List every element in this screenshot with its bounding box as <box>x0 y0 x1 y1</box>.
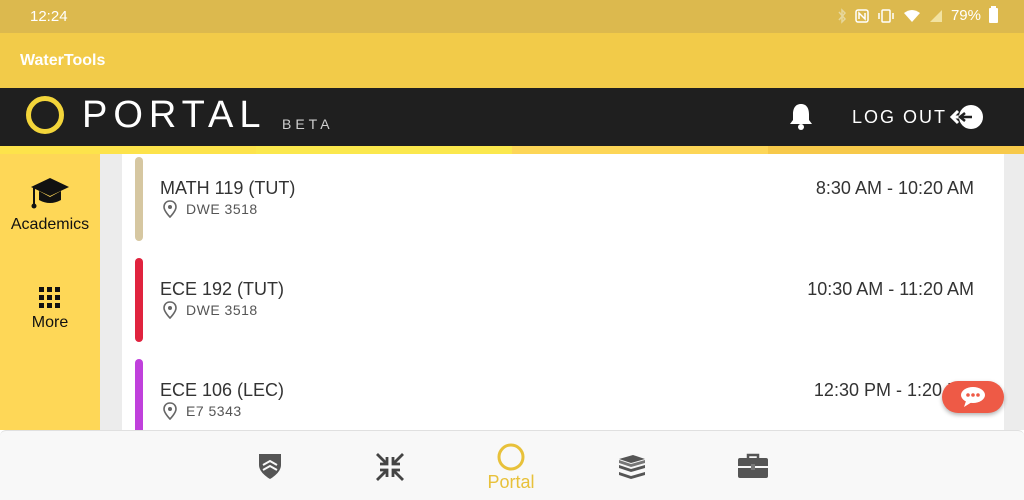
status-time: 12:24 <box>30 8 68 25</box>
nav-item-shield[interactable] <box>235 431 305 500</box>
schedule-item[interactable]: ECE 192 (TUT) DWE 3518 10:30 AM - 11:20 … <box>122 255 1004 347</box>
chat-bubble-icon <box>961 387 985 407</box>
nav-item-label: Portal <box>487 472 535 492</box>
course-color-bar <box>135 359 143 430</box>
sidebar: Academics More <box>0 154 100 430</box>
status-bar: 12:24 79% <box>0 0 1024 33</box>
location-pin-icon <box>163 402 177 420</box>
sidebar-item-label: Academics <box>10 216 90 233</box>
wifi-icon <box>903 9 920 22</box>
header-stripes <box>0 146 1024 154</box>
battery-icon <box>989 6 998 23</box>
schedule-item[interactable]: ECE 106 (LEC) E7 5343 12:30 PM - 1:20 PM <box>122 356 1004 430</box>
course-location: DWE 3518 <box>186 201 258 217</box>
stripe <box>256 146 512 154</box>
nav-item-briefcase[interactable] <box>718 431 788 500</box>
chat-button[interactable] <box>942 381 1004 413</box>
logout-icon[interactable] <box>950 104 984 130</box>
schedule-item[interactable]: MATH 119 (TUT) DWE 3518 8:30 AM - 10:20 … <box>122 154 1004 246</box>
course-name: ECE 192 (TUT) <box>160 279 285 299</box>
briefcase-icon <box>738 453 768 478</box>
nav-item-portal[interactable]: Portal <box>476 431 546 500</box>
battery-percent: 79% <box>950 7 981 24</box>
stripe <box>768 146 1024 154</box>
books-icon <box>619 455 645 479</box>
vibrate-icon <box>878 8 894 23</box>
course-time: 10:30 AM - 11:20 AM <box>807 279 974 299</box>
location-pin-icon <box>163 301 177 319</box>
nav-item-collapse[interactable] <box>355 431 425 500</box>
status-icons: 79% <box>837 6 998 24</box>
portal-header: PORTAL BETA LOG OUT <box>0 88 1024 146</box>
stripe <box>0 146 256 154</box>
stripe <box>512 146 768 154</box>
portal-logo-icon <box>26 96 64 134</box>
bottom-nav: Portal <box>0 430 1024 500</box>
course-name: MATH 119 (TUT) <box>160 178 296 198</box>
shield-icon <box>259 454 281 479</box>
app-bar: WaterTools <box>0 33 1024 88</box>
schedule-list: MATH 119 (TUT) DWE 3518 8:30 AM - 10:20 … <box>122 154 1004 430</box>
course-time: 8:30 AM - 10:20 AM <box>815 178 974 198</box>
bell-icon[interactable] <box>788 102 814 130</box>
sidebar-item-more[interactable]: More <box>0 286 100 332</box>
grid-icon <box>39 287 60 308</box>
graduation-cap-icon <box>31 178 69 209</box>
signal-icon <box>929 9 942 22</box>
portal-logo-text: PORTAL <box>82 94 267 136</box>
collapse-arrows-icon <box>376 453 404 481</box>
portal-ring-icon <box>497 443 525 471</box>
bluetooth-icon <box>838 7 846 24</box>
app-title: WaterTools <box>20 52 106 69</box>
logout-button[interactable]: LOG OUT <box>852 107 947 128</box>
nav-item-books[interactable] <box>597 431 667 500</box>
course-color-bar <box>135 157 143 241</box>
location-pin-icon <box>163 200 177 218</box>
course-location: DWE 3518 <box>186 302 258 318</box>
sidebar-item-academics[interactable]: Academics <box>0 176 100 234</box>
sidebar-item-label: More <box>31 314 69 331</box>
course-location: E7 5343 <box>186 403 242 419</box>
schedule-area: MATH 119 (TUT) DWE 3518 8:30 AM - 10:20 … <box>100 154 1024 430</box>
course-color-bar <box>135 258 143 342</box>
course-name: ECE 106 (LEC) <box>160 380 285 400</box>
beta-label: BETA <box>282 116 334 132</box>
nfc-icon <box>855 8 869 23</box>
